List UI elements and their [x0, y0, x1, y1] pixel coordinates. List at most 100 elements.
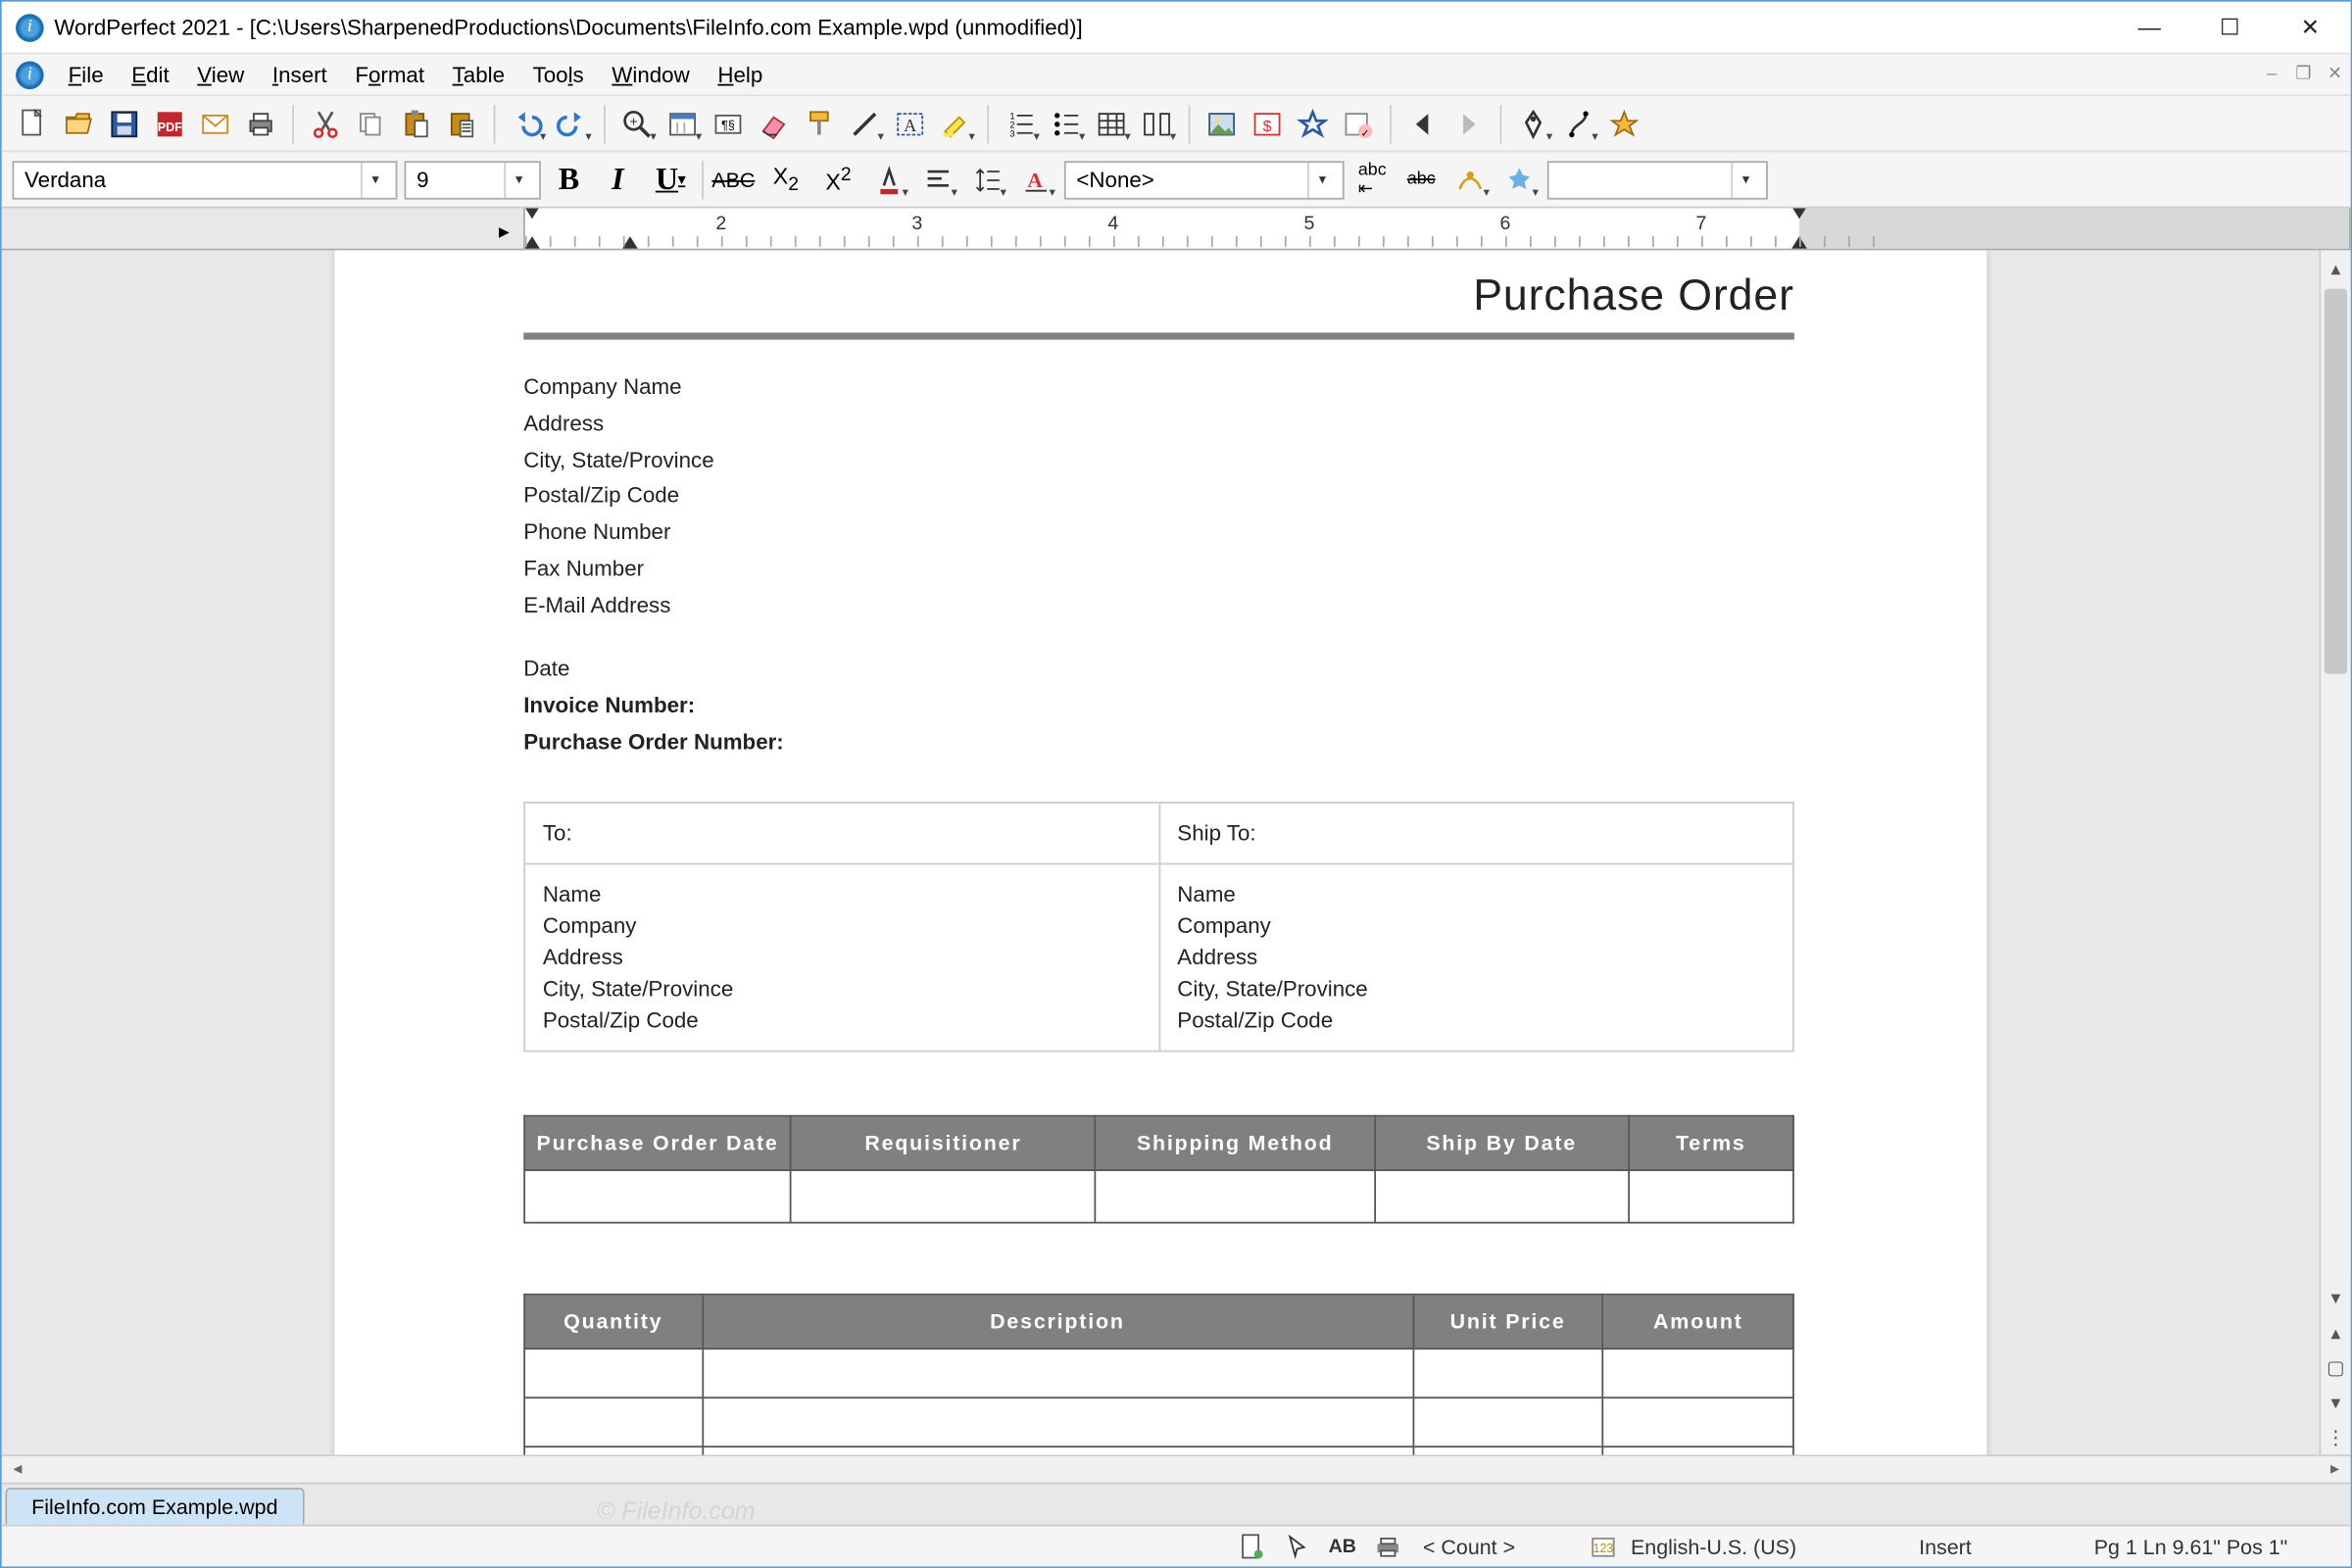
favorite-button[interactable] [1603, 102, 1645, 144]
bold-button[interactable]: B [548, 159, 590, 201]
maximize-button[interactable]: ☐ [2189, 3, 2270, 52]
text-effects-button[interactable]: A▾ [1015, 159, 1057, 201]
cut-button[interactable] [305, 102, 347, 144]
items-table[interactable]: Quantity Description Unit Price Amount S… [523, 1294, 1794, 1454]
extra-combo[interactable]: ▾ [1547, 160, 1768, 198]
page[interactable]: Purchase Order Company Name Address City… [334, 250, 1986, 1454]
superscript-button[interactable]: X2 [815, 159, 860, 201]
date-button[interactable]: ▾ [662, 102, 704, 144]
split-icon[interactable]: ⋮ [2321, 1419, 2350, 1454]
shipto-header[interactable]: Ship To: [1158, 802, 1792, 863]
browse-object-icon[interactable]: ▢ [2321, 1349, 2350, 1385]
redo-button[interactable]: ▾ [552, 102, 594, 144]
doc-title[interactable]: Purchase Order [523, 271, 1794, 333]
paste-special-button[interactable] [441, 102, 483, 144]
text-box-button[interactable]: A [889, 102, 931, 144]
menu-tools[interactable]: Tools [518, 54, 598, 94]
menu-help[interactable]: Help [704, 54, 777, 94]
company-line[interactable]: Company Name [523, 371, 1794, 404]
perfectexpert-button[interactable]: ▾ [1512, 102, 1554, 144]
numbering-button[interactable]: 123▾ [1000, 102, 1042, 144]
address-table[interactable]: To: Ship To: Name Company Address City, … [523, 801, 1794, 1053]
pdf-button[interactable]: PDF [149, 102, 191, 144]
line-spacing-button[interactable]: ▾ [966, 159, 1008, 201]
back-button[interactable] [1402, 102, 1445, 144]
table-quick-button[interactable]: ▾ [1091, 102, 1133, 144]
scroll-up-icon[interactable]: ▴ [2321, 250, 2350, 285]
next-page-icon[interactable]: ▾ [2321, 1385, 2350, 1420]
prev-page-icon[interactable]: ▴ [2321, 1314, 2350, 1349]
to-header[interactable]: To: [524, 802, 1158, 863]
menu-format[interactable]: Format [341, 54, 438, 94]
font-size-input[interactable] [406, 168, 504, 192]
save-button[interactable] [103, 102, 145, 144]
status-lang-icon[interactable]: 123 [1586, 1531, 1621, 1562]
open-button[interactable] [58, 102, 100, 144]
eraser-button[interactable] [753, 102, 795, 144]
line-button[interactable]: ▾ [844, 102, 886, 144]
grammar-button[interactable]: ✓ [1338, 102, 1380, 144]
extra-dropdown-icon[interactable]: ▾ [1731, 162, 1759, 197]
ruler[interactable]: ▸ 2 3 4 5 6 7 [2, 209, 2351, 251]
menu-insert[interactable]: Insert [259, 54, 341, 94]
mdi-restore-button[interactable]: ❐ [2287, 59, 2319, 90]
status-language[interactable]: English-U.S. (US) [1631, 1534, 1796, 1558]
paste-button[interactable] [396, 102, 438, 144]
scroll-down-icon[interactable]: ▾ [2321, 1280, 2350, 1315]
ruler-scale[interactable]: 2 3 4 5 6 7 [523, 209, 2351, 249]
zoom-button[interactable]: +▾ [616, 102, 659, 144]
hscroll-right-icon[interactable]: ▸ [2319, 1460, 2350, 1480]
new-button[interactable] [13, 102, 55, 144]
font-size-dropdown-icon[interactable]: ▾ [504, 162, 532, 197]
status-insert-mode[interactable]: Insert [1919, 1534, 1972, 1558]
style-dropdown-icon[interactable]: ▾ [1307, 162, 1336, 197]
status-count[interactable]: < Count > [1423, 1534, 1515, 1558]
print-button[interactable] [240, 102, 282, 144]
tab-stop-icon[interactable]: ▸ [499, 219, 510, 243]
document-tab[interactable]: FileInfo.com Example.wpd [5, 1488, 304, 1525]
spell-button[interactable] [1292, 102, 1334, 144]
font-name-combo[interactable]: ▾ [13, 160, 398, 198]
mdi-minimize-button[interactable]: – [2256, 59, 2287, 90]
prev-style-button[interactable]: abc⇤ [1351, 159, 1394, 201]
menu-edit[interactable]: Edit [118, 54, 183, 94]
align-button[interactable]: ▾ [917, 159, 959, 201]
columns-button[interactable]: ▾ [1136, 102, 1178, 144]
copy-button[interactable] [350, 102, 392, 144]
status-cursor-icon[interactable] [1280, 1531, 1315, 1562]
document-scroll[interactable]: Purchase Order Company Name Address City… [2, 250, 2320, 1454]
italic-button[interactable]: I [597, 159, 639, 201]
minimize-button[interactable]: — [2109, 3, 2189, 52]
undo-button[interactable]: ▾ [506, 102, 548, 144]
po-details-table[interactable]: Purchase Order Date Requisitioner Shippi… [523, 1115, 1794, 1224]
style-input[interactable] [1066, 168, 1307, 192]
mdi-close-button[interactable]: ✕ [2319, 59, 2350, 90]
underline-button[interactable]: U▾ [646, 159, 695, 201]
format-painter-button[interactable] [798, 102, 840, 144]
status-ab-icon[interactable]: AB [1325, 1531, 1360, 1562]
font-name-input[interactable] [14, 168, 361, 192]
spell-check-button[interactable]: $ [1247, 102, 1289, 144]
macro-button[interactable]: ▾ [1558, 102, 1600, 144]
status-doc-icon[interactable] [1234, 1531, 1269, 1562]
highlighter-button[interactable]: ▾ [935, 102, 977, 144]
scroll-thumb[interactable] [2325, 289, 2347, 674]
quickfonts-button[interactable]: ▾ [1449, 159, 1492, 201]
menu-window[interactable]: Window [598, 54, 704, 94]
strikethrough-button[interactable]: ABC [710, 159, 756, 201]
forward-button[interactable] [1447, 102, 1490, 144]
shipto-cell[interactable]: Name Company Address City, State/Provinc… [1158, 863, 1792, 1052]
quickformat-button[interactable]: ▾ [1498, 159, 1541, 201]
bullets-button[interactable]: ▾ [1045, 102, 1087, 144]
status-print-icon[interactable] [1370, 1531, 1405, 1562]
hscroll-left-icon[interactable]: ◂ [2, 1460, 33, 1480]
reveal-codes-button[interactable]: ¶§ [708, 102, 750, 144]
extra-input[interactable] [1549, 168, 1732, 192]
menu-file[interactable]: File [54, 54, 118, 94]
menu-table[interactable]: Table [438, 54, 518, 94]
next-style-button[interactable]: abc [1400, 159, 1443, 201]
image-button[interactable] [1200, 102, 1243, 144]
horizontal-scrollbar[interactable]: ◂ ▸ [2, 1454, 2351, 1483]
subscript-button[interactable]: X2 [763, 159, 808, 201]
close-button[interactable]: ✕ [2270, 3, 2350, 52]
